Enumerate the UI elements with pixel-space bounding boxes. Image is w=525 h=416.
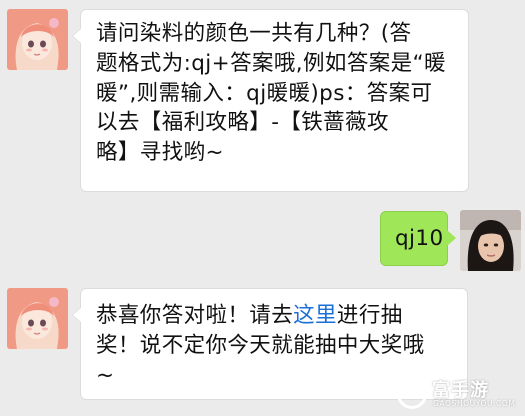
anime-girl-avatar-icon[interactable]	[7, 288, 68, 349]
user-photo-avatar-icon[interactable]	[460, 210, 521, 271]
message-text-line: 以去【福利攻略】-【铁蔷薇攻	[96, 110, 389, 136]
watermark-logo-icon: G	[397, 379, 427, 409]
message-bubble-question: 请问染料的颜色一共有几种？(答 题格式为:qj+答案哦,例如答案是“暖 暖”,则…	[72, 9, 469, 192]
anime-girl-avatar-icon[interactable]	[7, 9, 68, 70]
message-bubble-answer: qj10	[380, 211, 456, 266]
watermark-url: GAOSHOUYOU.COM	[433, 399, 516, 408]
chat-area: 请问染料的颜色一共有几种？(答 题格式为:qj+答案哦,例如答案是“暖 暖”,则…	[0, 0, 525, 416]
message-text-line: 暖”,则需输入：qj暖暖)ps：答案可	[96, 80, 433, 106]
message-text-line: 恭喜你答对啦！请去这里进行抽	[96, 301, 457, 331]
message-text-line: 题格式为:qj+答案哦,例如答案是“暖	[96, 50, 446, 76]
message-text-segment: 进行抽	[336, 303, 403, 328]
message-text-line: 略】寻找哟~	[96, 140, 224, 166]
message-text: qj10	[395, 226, 444, 251]
message-text-line: 奖！说不定你今天就能抽中大奖哦	[96, 332, 425, 358]
message-text-line: 请问染料的颜色一共有几种？(答	[96, 21, 412, 46]
watermark: G 富手游 GAOSHOUYOU.COM	[397, 376, 517, 410]
message-text-segment: 恭喜你答对啦！请去	[96, 303, 294, 328]
lottery-link[interactable]: 这里	[293, 303, 337, 328]
